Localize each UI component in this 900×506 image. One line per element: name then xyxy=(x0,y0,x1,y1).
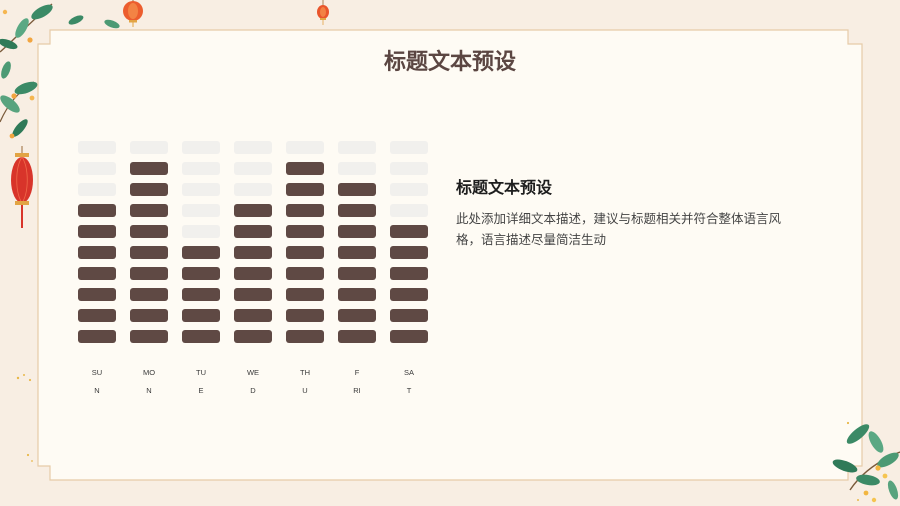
bar-unit-filled xyxy=(234,309,272,322)
bar-unit-filled xyxy=(78,225,116,238)
bar-unit-filled xyxy=(78,288,116,301)
bar-unit-empty xyxy=(78,183,116,196)
bar-unit-filled xyxy=(130,183,168,196)
bar-unit-filled xyxy=(286,183,324,196)
bar-unit-filled xyxy=(390,288,428,301)
bar-unit-filled xyxy=(78,267,116,280)
category-label: N xyxy=(94,386,100,395)
bar-unit-filled xyxy=(182,246,220,259)
bar-unit-empty xyxy=(338,141,376,154)
bar-unit-filled xyxy=(78,246,116,259)
bar-unit-empty xyxy=(234,162,272,175)
bar-unit-filled xyxy=(390,225,428,238)
bar-unit-filled xyxy=(130,246,168,259)
bar-unit-filled xyxy=(338,288,376,301)
bar-unit-filled xyxy=(338,204,376,217)
category-label: U xyxy=(302,386,308,395)
category-label: F xyxy=(354,368,360,377)
bar-unit-filled xyxy=(234,288,272,301)
bar-unit-filled xyxy=(130,162,168,175)
bar-unit-filled xyxy=(234,246,272,259)
chart-column: F RI xyxy=(338,141,376,401)
bar-unit-empty xyxy=(390,162,428,175)
category-label: WE xyxy=(246,368,260,377)
bar-unit-filled xyxy=(182,267,220,280)
bar-unit-filled xyxy=(130,288,168,301)
bar-unit-filled xyxy=(338,225,376,238)
bar-unit-filled xyxy=(234,204,272,217)
category-label: MO xyxy=(142,368,156,377)
bar-unit-filled xyxy=(78,330,116,343)
bar-unit-empty xyxy=(182,162,220,175)
bar-unit-filled xyxy=(338,309,376,322)
category-label: D xyxy=(250,386,256,395)
bar-unit-filled xyxy=(286,309,324,322)
chart-column: MO N xyxy=(130,141,168,401)
bar-unit-filled xyxy=(338,246,376,259)
bar-unit-filled xyxy=(286,225,324,238)
slide: 标题文本预设 SU N MO N TU E WE D TH U F RI SA T 标题文本预设 此处添加… xyxy=(0,0,900,506)
bar-unit-filled xyxy=(182,288,220,301)
chart-column: SA T xyxy=(390,141,428,401)
category-label: TU xyxy=(196,368,206,377)
bar-unit-filled xyxy=(338,330,376,343)
chart-column: SU N xyxy=(78,141,116,401)
bar-unit-filled xyxy=(390,330,428,343)
category-label: N xyxy=(146,386,152,395)
bar-unit-empty xyxy=(182,204,220,217)
bar-unit-empty xyxy=(234,183,272,196)
bar-unit-empty xyxy=(390,204,428,217)
bar-unit-filled xyxy=(130,330,168,343)
bar-unit-filled xyxy=(130,267,168,280)
bar-unit-filled xyxy=(390,309,428,322)
category-label: RI xyxy=(353,386,361,395)
bar-unit-filled xyxy=(286,204,324,217)
bar-unit-empty xyxy=(234,141,272,154)
chart-column: TU E xyxy=(182,141,220,401)
bar-unit-filled xyxy=(234,267,272,280)
bar-unit-filled xyxy=(182,330,220,343)
bar-unit-empty xyxy=(182,183,220,196)
bar-unit-empty xyxy=(338,162,376,175)
bar-unit-empty xyxy=(390,183,428,196)
bar-unit-filled xyxy=(286,330,324,343)
bar-unit-filled xyxy=(130,309,168,322)
bar-unit-filled xyxy=(182,309,220,322)
bar-unit-filled xyxy=(390,246,428,259)
bar-unit-empty xyxy=(78,141,116,154)
bar-unit-filled xyxy=(78,309,116,322)
bar-unit-filled xyxy=(286,267,324,280)
bar-unit-empty xyxy=(286,141,324,154)
bar-unit-filled xyxy=(286,162,324,175)
chart-column: TH U xyxy=(286,141,324,401)
bar-unit-filled xyxy=(338,183,376,196)
category-label: SU xyxy=(91,368,103,377)
bar-unit-empty xyxy=(390,141,428,154)
category-label: SA xyxy=(403,368,414,377)
bar-unit-filled xyxy=(390,267,428,280)
text-block-body: 此处添加详细文本描述，建议与标题相关并符合整体语言风格，语言描述尽量简洁生动 xyxy=(456,212,782,247)
bar-unit-filled xyxy=(130,204,168,217)
bar-unit-filled xyxy=(286,288,324,301)
bar-unit-empty xyxy=(182,141,220,154)
category-label: E xyxy=(198,386,204,395)
chart-column: WE D xyxy=(234,141,272,401)
bar-unit-filled xyxy=(234,225,272,238)
bar-unit-filled xyxy=(130,225,168,238)
bar-unit-filled xyxy=(78,204,116,217)
bar-unit-filled xyxy=(286,246,324,259)
category-label: T xyxy=(406,386,412,395)
text-block-heading: 标题文本预设 xyxy=(456,180,553,197)
bar-unit-empty xyxy=(78,162,116,175)
bar-unit-filled xyxy=(338,267,376,280)
bar-unit-empty xyxy=(182,225,220,238)
weekday-unit-chart: SU N MO N TU E WE D TH U F RI SA T xyxy=(0,0,900,506)
bar-unit-filled xyxy=(234,330,272,343)
category-label: TH xyxy=(300,368,310,377)
bar-unit-empty xyxy=(130,141,168,154)
